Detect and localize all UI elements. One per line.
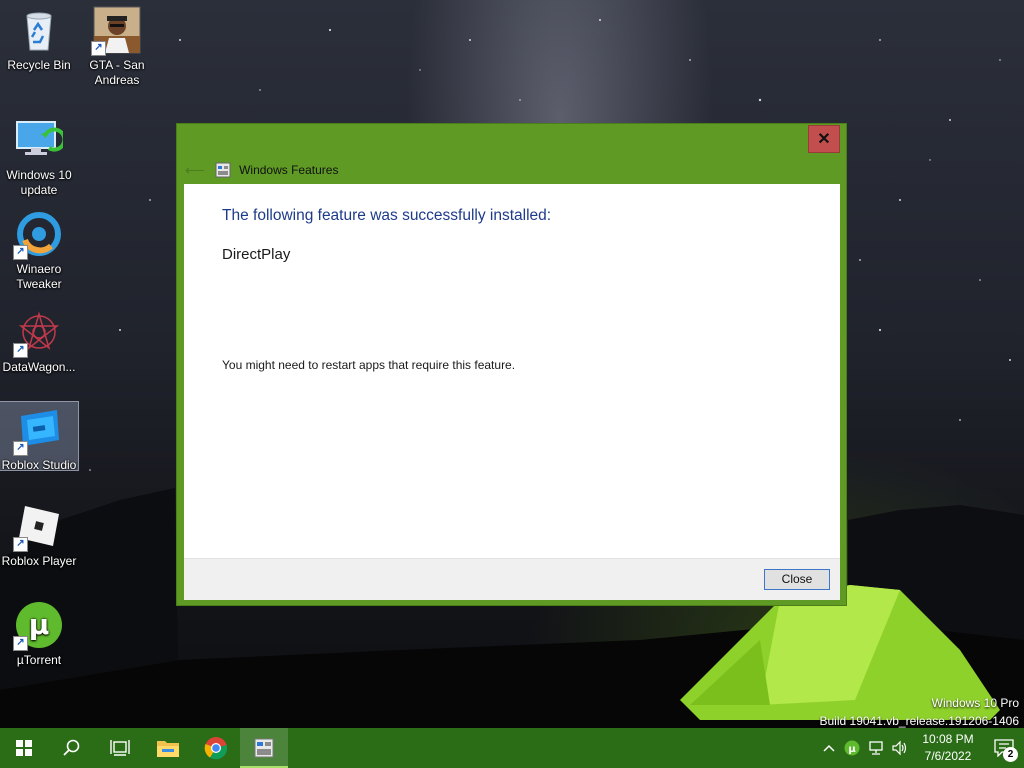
desktop-icon-label: Windows 10 update xyxy=(6,168,72,197)
desktop-icon-label: GTA - San Andreas xyxy=(89,58,145,87)
desktop-icon-label: µTorrent xyxy=(16,653,62,667)
taskbar-windows-features[interactable] xyxy=(240,728,288,768)
windows-update-icon xyxy=(15,116,67,164)
dialog-note: You might need to restart apps that requ… xyxy=(222,358,516,372)
gta-icon: ↗ xyxy=(91,6,141,56)
windows-features-dialog: ✕ ⟵ Windows Features The following featu… xyxy=(176,123,847,606)
close-x-button[interactable]: ✕ xyxy=(808,125,840,153)
desktop-icon-datawagon[interactable]: ↗ DataWagon... xyxy=(0,308,78,375)
desktop-icon-utorrent[interactable]: µ ↗ µTorrent xyxy=(0,601,78,668)
network-icon xyxy=(869,741,883,755)
volume-icon xyxy=(892,740,907,756)
winaero-icon: ↗ xyxy=(13,210,63,260)
windows-features-icon xyxy=(215,162,231,178)
desktop-icon-windows-update[interactable]: Windows 10 update xyxy=(0,116,78,198)
taskbar: µ 10:08 PM 7/6/2022 2 xyxy=(0,728,1024,768)
tray-utorrent[interactable]: µ xyxy=(840,728,864,768)
taskbar-chrome[interactable] xyxy=(192,728,240,768)
shortcut-arrow-icon: ↗ xyxy=(13,636,28,651)
dialog-header: ⟵ Windows Features xyxy=(185,158,785,182)
windows-watermark: Windows 10 Pro Build 19041.vb_release.19… xyxy=(820,694,1020,730)
desktop-icon-label: Roblox Player xyxy=(1,554,77,568)
svg-text:µ: µ xyxy=(29,608,50,641)
task-view-icon xyxy=(110,740,130,756)
feature-name: DirectPlay xyxy=(222,246,291,263)
search-icon xyxy=(63,739,80,756)
desktop-icon-winaero[interactable]: ↗ Winaero Tweaker xyxy=(0,210,78,292)
dialog-title: Windows Features xyxy=(239,163,339,177)
svg-text:µ: µ xyxy=(848,744,856,755)
clock-date: 7/6/2022 xyxy=(924,749,972,763)
chevron-up-icon xyxy=(823,744,835,752)
start-icon xyxy=(16,740,32,756)
close-button[interactable]: Close xyxy=(764,569,830,590)
dialog-footer: Close xyxy=(184,558,840,600)
notification-badge: 2 xyxy=(1003,747,1018,762)
utorrent-icon: µ ↗ xyxy=(13,601,63,651)
shortcut-arrow-icon: ↗ xyxy=(13,245,28,260)
dialog-heading: The following feature was successfully i… xyxy=(222,207,552,224)
taskbar-file-explorer[interactable] xyxy=(144,728,192,768)
utorrent-icon: µ xyxy=(844,740,860,756)
task-view-button[interactable] xyxy=(96,728,144,768)
desktop-icon-roblox-studio[interactable]: ↗ Roblox Studio xyxy=(0,401,79,472)
roblox-player-icon: ↗ xyxy=(13,502,63,552)
desktop-icon-recycle-bin[interactable]: Recycle Bin xyxy=(0,6,78,73)
search-button[interactable] xyxy=(48,728,96,768)
desktop-icon-label: DataWagon... xyxy=(2,360,76,374)
dialog-content: The following feature was successfully i… xyxy=(184,184,840,558)
back-arrow-icon[interactable]: ⟵ xyxy=(185,162,205,179)
roblox-studio-icon: ↗ xyxy=(13,406,63,456)
recycle-bin-icon xyxy=(15,6,63,54)
action-center-button[interactable]: 2 xyxy=(984,728,1024,768)
watermark-edition: Windows 10 Pro xyxy=(931,696,1019,710)
tray-volume[interactable] xyxy=(888,728,912,768)
shortcut-arrow-icon: ↗ xyxy=(13,537,28,552)
shortcut-arrow-icon: ↗ xyxy=(91,41,106,56)
desktop-icon-gta[interactable]: ↗ GTA - San Andreas xyxy=(78,6,156,88)
system-tray: µ 10:08 PM 7/6/2022 2 xyxy=(818,728,1024,768)
start-button[interactable] xyxy=(0,728,48,768)
show-hidden-icons-button[interactable] xyxy=(818,728,840,768)
desktop-icon-label: Winaero Tweaker xyxy=(16,262,62,291)
chrome-icon xyxy=(204,737,228,760)
clock-time: 10:08 PM xyxy=(922,732,974,746)
desktop-icon-roblox-player[interactable]: ↗ Roblox Player xyxy=(0,502,78,569)
datawagon-icon: ↗ xyxy=(13,308,63,358)
tray-network[interactable] xyxy=(864,728,888,768)
desktop-icon-label: Recycle Bin xyxy=(7,58,71,72)
taskbar-clock[interactable]: 10:08 PM 7/6/2022 xyxy=(912,728,984,768)
windows-features-icon xyxy=(254,738,274,758)
shortcut-arrow-icon: ↗ xyxy=(13,343,28,358)
shortcut-arrow-icon: ↗ xyxy=(13,441,28,456)
file-explorer-icon xyxy=(157,741,179,757)
desktop-icon-label: Roblox Studio xyxy=(1,458,77,472)
